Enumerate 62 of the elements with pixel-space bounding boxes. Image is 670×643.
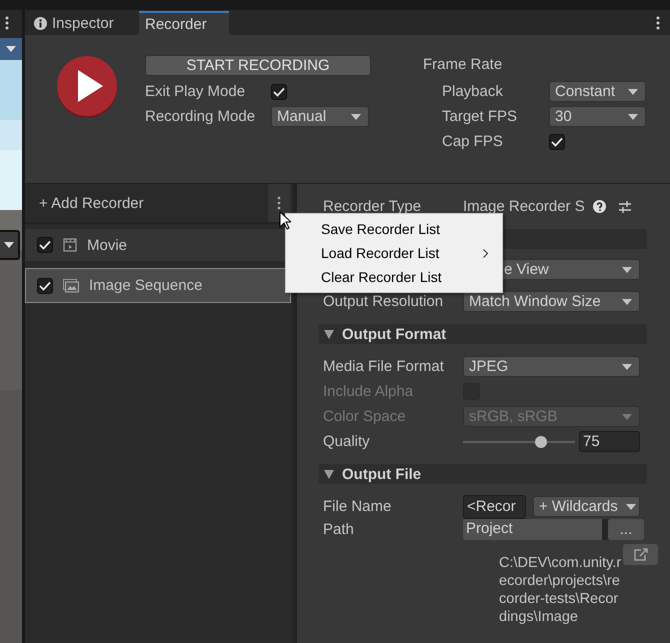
dropdown[interactable]: Constant xyxy=(549,81,646,102)
info-icon xyxy=(34,16,47,30)
add-recorder-button[interactable]: + Add Recorder xyxy=(39,194,144,212)
field-label: Cap FPS xyxy=(442,133,504,150)
record-play-icon[interactable] xyxy=(55,55,119,119)
external-link-icon xyxy=(634,548,648,561)
checkbox[interactable] xyxy=(37,237,53,253)
dropdown-button[interactable] xyxy=(0,230,20,260)
field-label: Recorder Type xyxy=(323,198,422,215)
section-title: Frame Rate xyxy=(423,55,504,75)
cursor-icon xyxy=(279,211,291,230)
field-label: Exit Play Mode xyxy=(145,83,246,100)
tab[interactable]: Inspector xyxy=(25,11,139,35)
caret-icon xyxy=(6,46,16,52)
settings-icon[interactable] xyxy=(618,200,632,214)
field-label: File Name xyxy=(323,498,392,515)
start-recording-button[interactable]: START RECORDING xyxy=(145,55,371,76)
dropdown[interactable]: Match Window Size xyxy=(463,291,640,312)
expand-arrow-icon xyxy=(324,330,334,338)
file-name-field[interactable]: <Recor xyxy=(463,494,526,518)
caret-icon xyxy=(622,364,632,370)
menu-icon[interactable] xyxy=(656,16,660,30)
field-label: Target FPS xyxy=(442,108,518,125)
field-label: Color Space xyxy=(323,408,407,425)
field-value: Image Recorder S xyxy=(463,198,585,215)
section-header[interactable]: Output File xyxy=(319,464,647,484)
caret-icon xyxy=(4,242,14,248)
caret-icon xyxy=(628,88,638,94)
checkbox[interactable] xyxy=(549,134,565,150)
quality-field[interactable]: 75 xyxy=(579,431,640,452)
path-dropdown[interactable]: Project xyxy=(463,519,608,540)
dropdown[interactable]: Manual xyxy=(271,106,369,127)
caret-icon xyxy=(622,298,632,304)
expand-arrow-icon xyxy=(324,470,334,478)
field-label: Output Resolution xyxy=(323,293,444,310)
section-header[interactable]: Output Format xyxy=(319,324,647,344)
field-label: Path xyxy=(323,520,355,540)
field-label: Quality xyxy=(323,433,371,450)
caret-icon xyxy=(622,414,632,420)
recorder-item[interactable]: Image Sequence xyxy=(25,268,291,303)
menu-icon xyxy=(277,196,281,210)
field-label: Playback xyxy=(442,83,504,100)
path-text: C:\DEV\com.unity.recorder\projects\recorder-tests\Recordings\Image xyxy=(499,554,622,626)
clapperboard-icon xyxy=(63,238,77,252)
image-icon xyxy=(63,278,79,292)
checkbox[interactable] xyxy=(37,278,53,294)
open-folder-button[interactable] xyxy=(623,544,658,565)
menu-icon[interactable] xyxy=(5,16,9,30)
caret-icon xyxy=(351,114,361,120)
field-label: Media File Format xyxy=(323,358,445,375)
tab[interactable]: Recorder xyxy=(139,11,229,35)
caret-icon xyxy=(628,114,638,120)
caret-icon xyxy=(622,266,632,272)
caret-icon xyxy=(626,504,636,510)
checkbox[interactable] xyxy=(271,84,287,100)
browse-button[interactable]: ... xyxy=(608,519,644,540)
field-label: Recording Mode xyxy=(145,108,256,125)
field-label: Include Alpha xyxy=(323,383,414,400)
wildcards-dropdown[interactable]: + Wildcards xyxy=(533,496,640,517)
dropdown[interactable]: JPEG xyxy=(463,356,640,377)
help-icon[interactable] xyxy=(592,200,606,213)
dropdown[interactable]: 30 xyxy=(549,106,646,127)
